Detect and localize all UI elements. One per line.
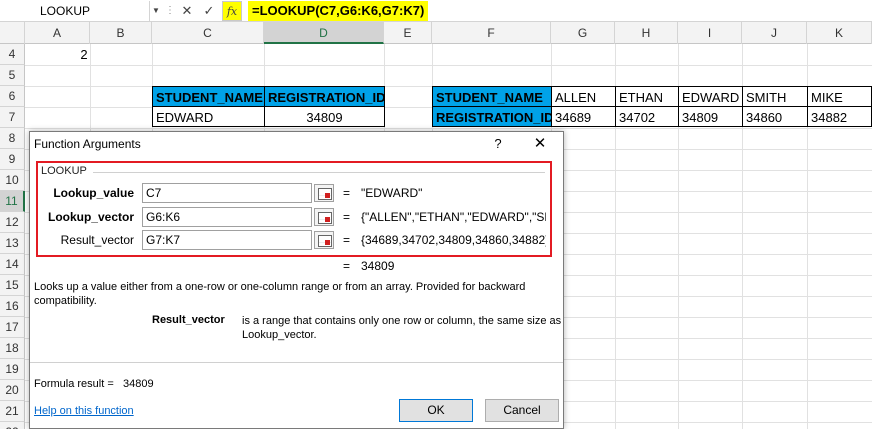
chevron-down-icon[interactable]: ▼ [150,2,162,20]
row-header-19[interactable]: 19 [0,359,25,380]
row-header-21[interactable]: 21 [0,401,25,422]
lookup-value-input[interactable]: C7 [142,183,312,203]
cancel-formula-button[interactable]: ✕ [178,1,196,21]
dialog-divider [30,362,563,363]
enter-formula-button[interactable]: ✓ [200,1,218,21]
cell-g6[interactable]: ALLEN [551,86,616,107]
column-header-i[interactable]: I [678,22,742,44]
cell-d6[interactable]: REGISTRATION_ID [264,86,385,107]
column-header-f[interactable]: F [432,22,551,44]
row-header-4[interactable]: 4 [0,44,25,65]
lookup-vector-input[interactable]: G6:K6 [142,207,312,227]
result-vector-result: {34689,34702,34809,34860,34882} [361,233,546,247]
column-header-c[interactable]: C [152,22,264,44]
insert-function-button[interactable]: fx [222,1,242,21]
select-all-corner[interactable] [0,22,25,44]
separator-icon: ⋮ [165,5,175,16]
cell-f7[interactable]: REGISTRATION_ID [432,106,552,127]
row-header-7[interactable]: 7 [0,107,25,128]
function-result-equals: = [343,259,351,273]
name-box[interactable]: LOOKUP [0,1,150,21]
column-header-j[interactable]: J [742,22,807,44]
row-header-11[interactable]: 11 [0,191,25,212]
row-header-18[interactable]: 18 [0,338,25,359]
row-header-15[interactable]: 15 [0,275,25,296]
row-header-5[interactable]: 5 [0,65,25,86]
row-header-20[interactable]: 20 [0,380,25,401]
cell-j6[interactable]: SMITH [742,86,808,107]
range-selector-icon[interactable] [314,184,334,202]
lookup-vector-result: {"ALLEN","ETHAN","EDWARD","SMIT... [361,210,546,224]
close-icon[interactable]: ✕ [530,132,550,156]
lookup-value-result: "EDWARD" [361,186,423,200]
cell-i7[interactable]: 34809 [678,106,743,127]
result-vector-input[interactable]: G7:K7 [142,230,312,250]
formula-result-label: Formula result = [34,378,114,390]
range-selector-icon[interactable] [314,208,334,226]
row-header-13[interactable]: 13 [0,233,25,254]
column-header-h[interactable]: H [615,22,678,44]
cell-g7[interactable]: 34689 [551,106,616,127]
cell-h7[interactable]: 34702 [615,106,679,127]
help-link[interactable]: Help on this function [34,405,134,417]
column-header-g[interactable]: G [551,22,615,44]
argument-description-text: is a range that contains only one row or… [242,315,562,341]
cell-i6[interactable]: EDWARD [678,86,743,107]
equals-sign: = [343,210,351,224]
column-headers: A B C D E F G H I J K [0,22,872,44]
lookup-vector-label: Lookup_vector [47,210,134,224]
row-header-9[interactable]: 9 [0,149,25,170]
cancel-button[interactable]: Cancel [485,399,559,422]
cell-k7[interactable]: 34882 [807,106,872,127]
group-divider [93,172,545,173]
equals-sign: = [343,233,351,247]
formula-input[interactable]: =LOOKUP(C7,G6:K6,G7:K7) [248,1,429,21]
cell-c6[interactable]: STUDENT_NAME [152,86,265,107]
row-header-12[interactable]: 12 [0,212,25,233]
row-header-17[interactable]: 17 [0,317,25,338]
column-header-e[interactable]: E [384,22,432,44]
row-header-16[interactable]: 16 [0,296,25,317]
help-icon[interactable]: ? [490,132,506,156]
function-description: Looks up a value either from a one-row o… [34,281,526,307]
row-header-8[interactable]: 8 [0,128,25,149]
lookup-value-label: Lookup_value [53,186,134,200]
row-header-14[interactable]: 14 [0,254,25,275]
cell-f6[interactable]: STUDENT_NAME [432,86,552,107]
row-header-22[interactable]: 22 [0,422,25,429]
dialog-title[interactable]: Function Arguments [30,132,563,156]
function-arguments-dialog: Function Arguments ? ✕ LOOKUP Lookup_val… [29,131,564,429]
function-result-value: 34809 [361,259,395,273]
cell-c7[interactable]: EDWARD [152,106,265,127]
cell-h6[interactable]: ETHAN [615,86,679,107]
arguments-group: LOOKUP Lookup_value C7 = "EDWARD" Lookup… [36,161,552,257]
cell-a4[interactable]: 2 [25,44,143,65]
column-header-k[interactable]: K [807,22,872,44]
cell-j7[interactable]: 34860 [742,106,808,127]
equals-sign: = [343,186,351,200]
row-header-6[interactable]: 6 [0,86,25,107]
group-label: LOOKUP [41,165,87,177]
formula-result-value: 34809 [123,378,154,390]
argument-description-name: Result_vector [152,314,225,326]
column-header-d[interactable]: D [264,22,384,44]
range-selector-icon[interactable] [314,231,334,249]
column-header-b[interactable]: B [90,22,152,44]
ok-button[interactable]: OK [399,399,473,422]
cell-d7[interactable]: 34809 [264,106,385,127]
column-header-a[interactable]: A [25,22,90,44]
cell-k6[interactable]: MIKE [807,86,872,107]
formula-bar: LOOKUP ▼ ⋮ ✕ ✓ fx =LOOKUP(C7,G6:K6,G7:K7… [0,0,872,22]
row-header-10[interactable]: 10 [0,170,25,191]
result-vector-label: Result_vector [60,233,134,247]
